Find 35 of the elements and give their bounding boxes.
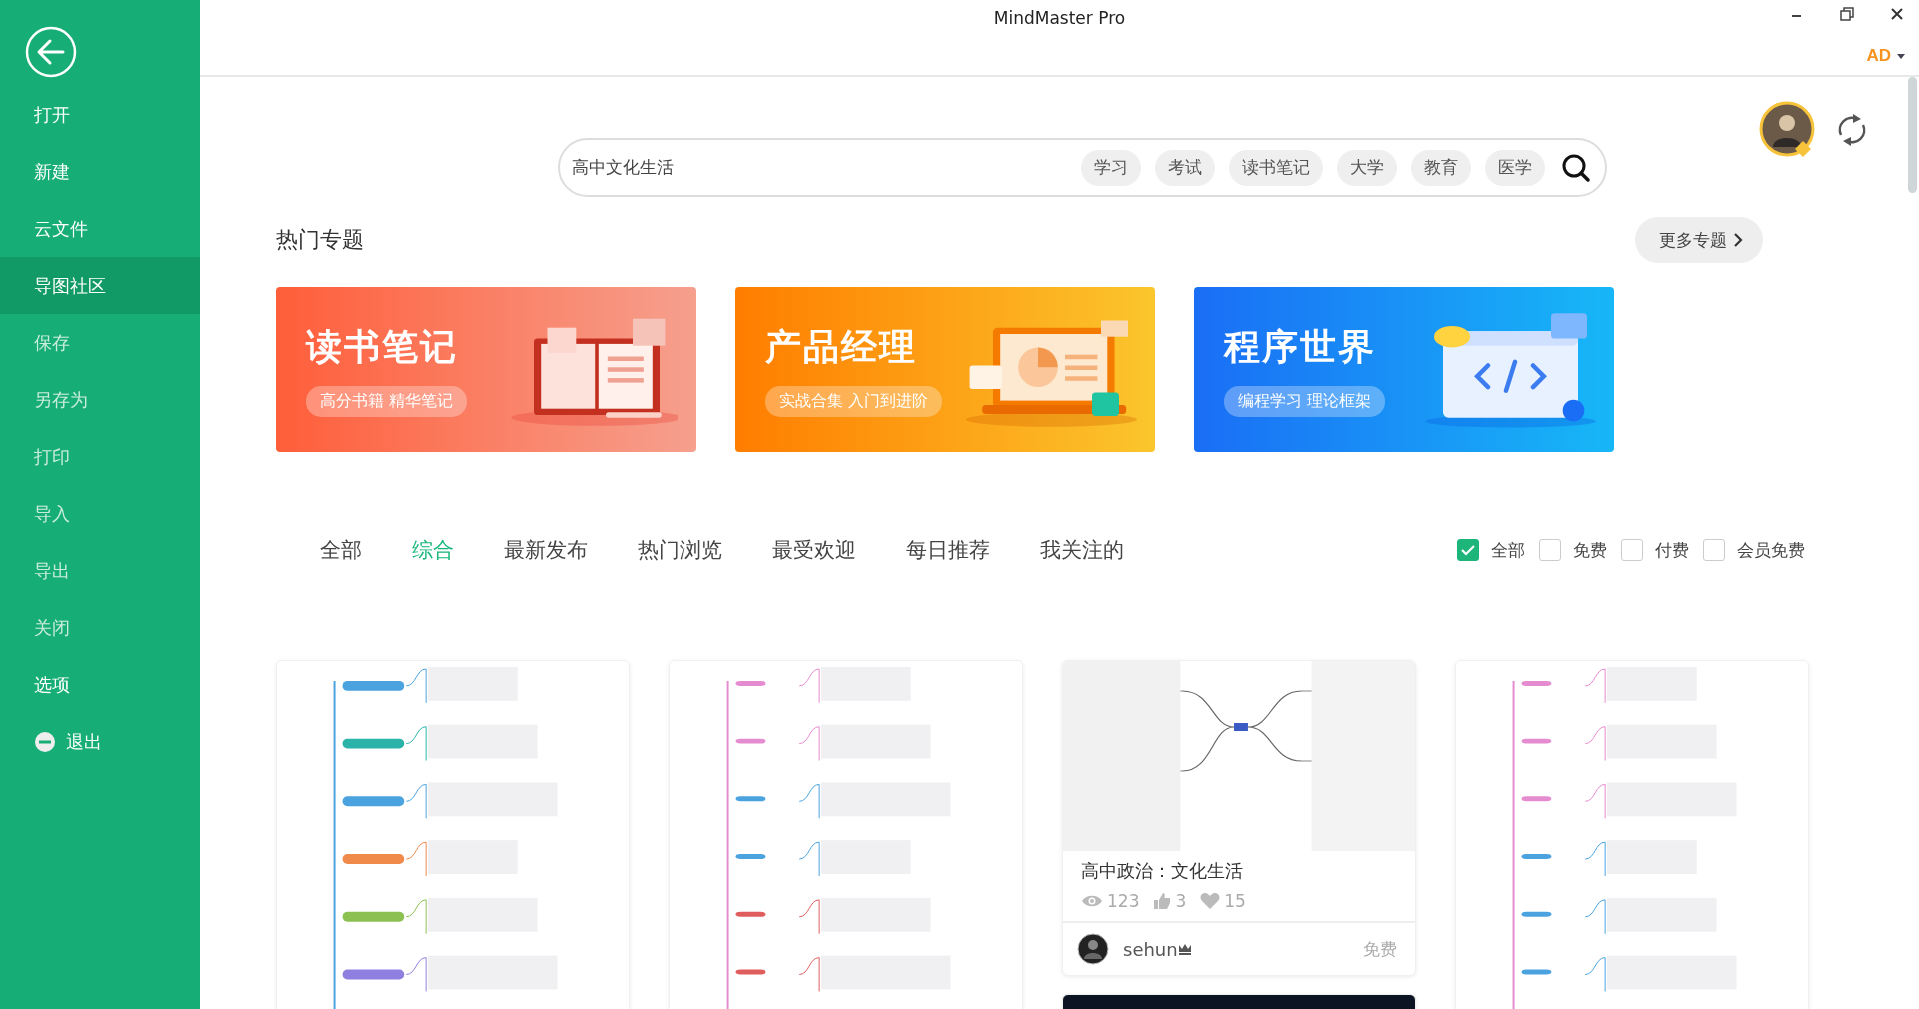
banner-subtitle: 高分书籍 精华笔记: [306, 385, 468, 417]
search-tag[interactable]: 学习: [1081, 149, 1141, 186]
search-tag[interactable]: 读书笔记: [1229, 149, 1323, 186]
search-tag[interactable]: 考试: [1155, 149, 1215, 186]
filter-tab[interactable]: 我关注的: [1040, 536, 1124, 564]
sidebar-item[interactable]: 导图社区: [0, 257, 200, 314]
checkbox-label: 全部: [1491, 538, 1525, 562]
view-count: 123: [1107, 891, 1140, 911]
card-title[interactable]: 高中政治：文化生活: [1063, 851, 1415, 883]
filter-tab[interactable]: 最受欢迎: [772, 536, 856, 564]
banner-title: 程序世界: [1224, 324, 1376, 369]
checkbox-label: 会员免费: [1737, 538, 1805, 562]
price-label: 免费: [1363, 937, 1397, 961]
filter-tab[interactable]: 全部: [320, 536, 362, 564]
section-heading: 热门专题: [276, 226, 364, 254]
filter-tab[interactable]: 热门浏览: [638, 536, 722, 564]
checkbox-label: 付费: [1655, 538, 1689, 562]
map-card[interactable]: 高中政治：文化生活 123 3 15 sehun 免费: [1062, 660, 1416, 976]
filter-tab[interactable]: 最新发布: [504, 536, 588, 564]
banner-subtitle: 编程学习 理论框架: [1224, 385, 1386, 417]
window-title: MindMaster Pro: [993, 8, 1126, 28]
filter-tab[interactable]: 每日推荐: [906, 536, 990, 564]
more-topics-button[interactable]: 更多专题: [1635, 217, 1763, 263]
checkbox-label: 免费: [1573, 538, 1607, 562]
search-tag[interactable]: 医学: [1485, 149, 1545, 186]
topic-banner[interactable]: 程序世界 编程学习 理论框架: [1194, 287, 1614, 452]
author-name[interactable]: sehun: [1123, 938, 1178, 960]
banner-title: 读书笔记: [306, 324, 458, 369]
banner-title: 产品经理: [765, 324, 917, 369]
favorite-count: 15: [1224, 891, 1246, 911]
search-field[interactable]: 高中文化生活 学习 考试 读书笔记 大学 教育 医学: [558, 138, 1607, 197]
search-tag[interactable]: 大学: [1337, 149, 1397, 186]
like-count: 3: [1175, 891, 1187, 911]
search-tag[interactable]: 教育: [1411, 149, 1471, 186]
banner-subtitle: 实战合集 入门到进阶: [765, 385, 943, 417]
